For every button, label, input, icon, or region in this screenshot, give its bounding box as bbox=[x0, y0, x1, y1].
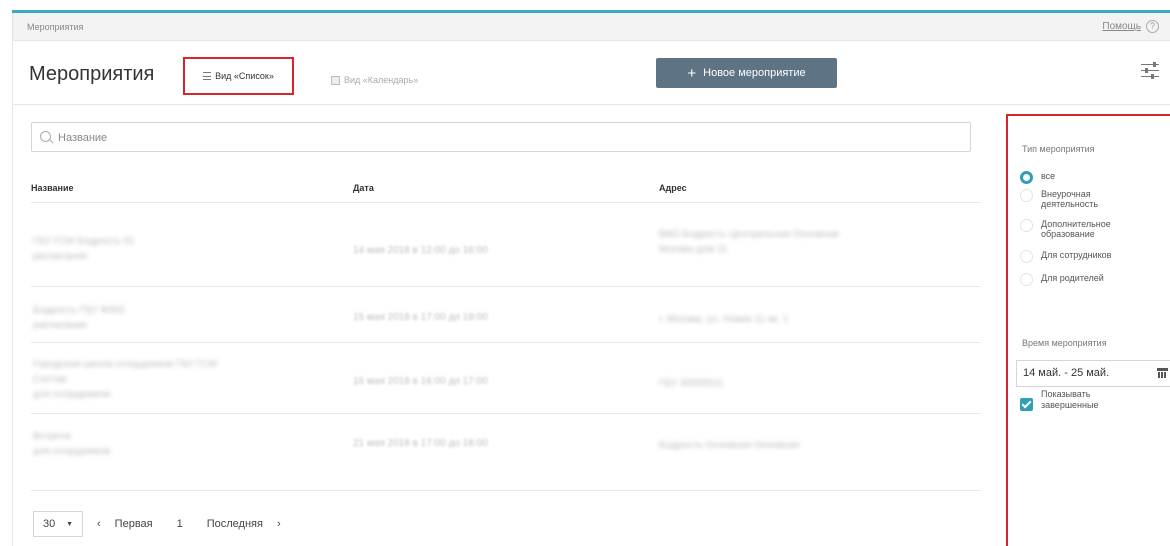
page-size-value: 30 bbox=[43, 518, 56, 530]
plus-icon: + bbox=[687, 64, 697, 82]
event-address-cell: ГБУ 30000011 bbox=[659, 378, 724, 389]
help-link[interactable]: Помощь ? bbox=[1102, 20, 1159, 33]
new-event-button[interactable]: + Новое мероприятие bbox=[656, 58, 837, 88]
event-name-cell[interactable]: Встреча для сотрудников bbox=[33, 429, 110, 459]
event-name-cell[interactable]: Бодрость ГБУ Ф003 расписание bbox=[33, 303, 125, 333]
calendar-view-toggle[interactable]: Вид «Календарь» bbox=[331, 75, 418, 85]
type-option-all[interactable]: все bbox=[1020, 171, 1055, 184]
breadcrumb-bar: Мероприятия Помощь ? bbox=[13, 13, 1170, 41]
events-app: Мероприятия Помощь ? Мероприятия Вид «Сп… bbox=[12, 13, 1170, 546]
radio-icon[interactable] bbox=[1020, 250, 1033, 263]
current-page[interactable]: 1 bbox=[167, 518, 193, 530]
show-finished-label: Показывать завершенные bbox=[1041, 389, 1099, 410]
radio-selected-icon[interactable] bbox=[1020, 171, 1033, 184]
search-box[interactable] bbox=[31, 122, 971, 152]
type-option-label: Внеурочная деятельность bbox=[1041, 189, 1099, 209]
radio-icon[interactable] bbox=[1020, 219, 1033, 232]
event-name-cell[interactable]: ГБУ ГСМ Бодрость 01 расписание bbox=[33, 234, 135, 264]
header-divider bbox=[31, 202, 981, 203]
column-header-address[interactable]: Адрес bbox=[659, 183, 687, 193]
type-option-additional-education[interactable]: Дополнительное образование bbox=[1020, 219, 1121, 239]
event-name-cell[interactable]: Городская школа сотрудников ГБУ ГСМ Соста… bbox=[33, 357, 217, 402]
event-date-cell: 21 мая 2018 в 17:00 до 18:00 bbox=[353, 438, 488, 449]
event-address-cell: Бодрость Основная Основная bbox=[659, 440, 800, 451]
filter-panel: Тип мероприятия все Внеурочная деятельно… bbox=[1006, 114, 1170, 546]
question-icon[interactable]: ? bbox=[1146, 20, 1159, 33]
next-icon[interactable]: › bbox=[277, 518, 281, 530]
event-address-cell: г. Москва, ул. Новая 11 кв. 1 bbox=[659, 314, 789, 325]
prev-icon[interactable]: ‹ bbox=[97, 518, 101, 530]
list-view-label: Вид «Список» bbox=[215, 71, 274, 81]
event-date-cell: 15 мая 2018 в 17:00 до 19:00 bbox=[353, 312, 488, 323]
row-divider bbox=[31, 286, 981, 287]
calendar-view-label: Вид «Календарь» bbox=[344, 75, 419, 85]
help-label[interactable]: Помощь bbox=[1102, 21, 1141, 32]
pagination: 30 ▼ ‹ Первая 1 Последняя › bbox=[33, 511, 281, 537]
radio-icon[interactable] bbox=[1020, 273, 1033, 286]
list-icon bbox=[203, 72, 212, 80]
calendar-icon[interactable] bbox=[1157, 368, 1168, 378]
type-option-label: Дополнительное образование bbox=[1041, 219, 1111, 239]
type-option-extracurricular[interactable]: Внеурочная деятельность bbox=[1020, 189, 1121, 209]
type-option-label: все bbox=[1041, 171, 1056, 181]
calendar-icon bbox=[331, 75, 340, 85]
type-option-staff[interactable]: Для сотрудников bbox=[1020, 250, 1111, 263]
chevron-down-icon: ▼ bbox=[66, 520, 73, 528]
top-accent-line bbox=[0, 0, 1170, 14]
type-option-parents[interactable]: Для родителей bbox=[1020, 273, 1104, 286]
radio-icon[interactable] bbox=[1020, 189, 1033, 202]
event-address-cell: ВАО Бодрость Центральная Основная Москва … bbox=[659, 229, 839, 255]
first-page-link[interactable]: Первая bbox=[115, 518, 153, 530]
column-header-date[interactable]: Дата bbox=[353, 183, 374, 193]
date-range-value: 14 май. - 25 май. bbox=[1023, 367, 1110, 379]
search-icon bbox=[40, 131, 51, 142]
new-event-label: Новое мероприятие bbox=[703, 67, 806, 79]
column-header-name[interactable]: Название bbox=[31, 183, 73, 193]
event-date-cell: 16 мая 2018 в 16:00 до 17:00 bbox=[353, 376, 488, 387]
checkbox-checked-icon[interactable] bbox=[1020, 398, 1033, 411]
list-view-toggle[interactable]: Вид «Список» bbox=[183, 57, 294, 95]
date-range-input[interactable]: 14 май. - 25 май. bbox=[1016, 360, 1170, 387]
event-date-cell: 14 мая 2018 в 12:00 до 16:00 bbox=[353, 245, 488, 256]
filter-sliders-icon[interactable] bbox=[1141, 61, 1159, 81]
show-finished-checkbox[interactable]: Показывать завершенные bbox=[1020, 389, 1111, 411]
type-option-label: Для сотрудников bbox=[1041, 250, 1112, 260]
search-input[interactable] bbox=[58, 129, 938, 147]
row-divider bbox=[31, 342, 981, 343]
type-option-label: Для родителей bbox=[1041, 273, 1104, 283]
page-title: Мероприятия bbox=[29, 63, 155, 85]
row-divider bbox=[31, 413, 981, 414]
event-time-title: Время мероприятия bbox=[1022, 338, 1107, 348]
event-type-title: Тип мероприятия bbox=[1022, 144, 1095, 154]
breadcrumb[interactable]: Мероприятия bbox=[27, 22, 83, 32]
row-divider bbox=[31, 490, 981, 491]
page-size-select[interactable]: 30 ▼ bbox=[33, 511, 83, 537]
page-header: Мероприятия Вид «Список» Вид «Календарь»… bbox=[13, 41, 1170, 105]
last-page-link[interactable]: Последняя bbox=[207, 518, 263, 530]
